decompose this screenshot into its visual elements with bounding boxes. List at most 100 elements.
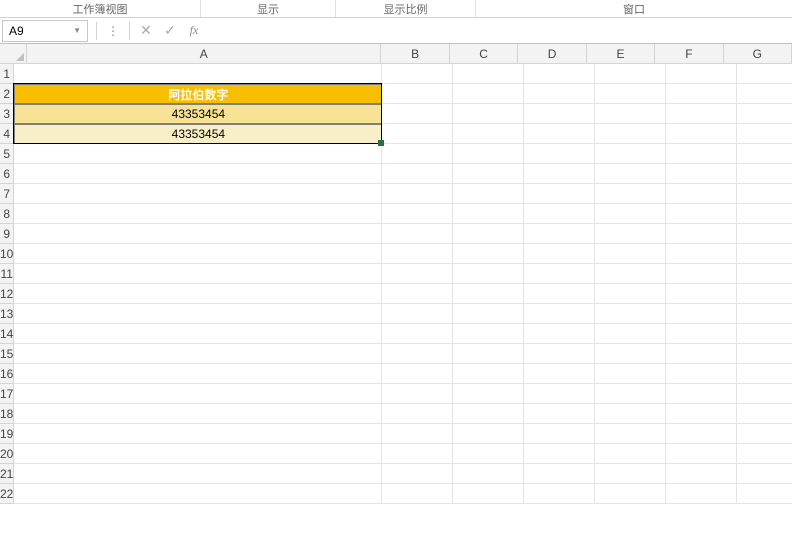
cell-F14[interactable] (666, 324, 737, 344)
cell-E19[interactable] (595, 424, 666, 444)
cell-C16[interactable] (453, 364, 524, 384)
fx-button[interactable]: fx (182, 21, 206, 41)
cancel-button[interactable]: ✕ (134, 21, 158, 41)
row-header-17[interactable]: 17 (0, 384, 14, 404)
cell-D13[interactable] (524, 304, 595, 324)
cell-B13[interactable] (382, 304, 453, 324)
cell-C1[interactable] (453, 64, 524, 84)
cell-F8[interactable] (666, 204, 737, 224)
cell-B1[interactable] (382, 64, 453, 84)
cell-E20[interactable] (595, 444, 666, 464)
cell-B2[interactable] (382, 84, 453, 104)
cell-G16[interactable] (737, 364, 792, 384)
cell-F19[interactable] (666, 424, 737, 444)
cell-F20[interactable] (666, 444, 737, 464)
cell-G7[interactable] (737, 184, 792, 204)
row-header-3[interactable]: 3 (0, 104, 14, 124)
row-header-13[interactable]: 13 (0, 304, 14, 324)
cell-C18[interactable] (453, 404, 524, 424)
cell-D5[interactable] (524, 144, 595, 164)
cell-B4[interactable] (382, 124, 453, 144)
cell-D18[interactable] (524, 404, 595, 424)
cell-F11[interactable] (666, 264, 737, 284)
row-header-8[interactable]: 8 (0, 204, 14, 224)
cell-C5[interactable] (453, 144, 524, 164)
cell-A3[interactable]: 43353454 (14, 104, 382, 124)
cell-E12[interactable] (595, 284, 666, 304)
cell-A5[interactable] (14, 144, 382, 164)
cell-E14[interactable] (595, 324, 666, 344)
cell-B19[interactable] (382, 424, 453, 444)
cell-C10[interactable] (453, 244, 524, 264)
cell-A22[interactable] (14, 484, 382, 504)
cell-D8[interactable] (524, 204, 595, 224)
cell-E13[interactable] (595, 304, 666, 324)
row-header-4[interactable]: 4 (0, 124, 14, 144)
cell-F18[interactable] (666, 404, 737, 424)
cell-C6[interactable] (453, 164, 524, 184)
cell-F13[interactable] (666, 304, 737, 324)
cell-F5[interactable] (666, 144, 737, 164)
cell-D22[interactable] (524, 484, 595, 504)
cell-E11[interactable] (595, 264, 666, 284)
cell-B20[interactable] (382, 444, 453, 464)
row-header-12[interactable]: 12 (0, 284, 14, 304)
cell-A21[interactable] (14, 464, 382, 484)
cell-F10[interactable] (666, 244, 737, 264)
cell-F9[interactable] (666, 224, 737, 244)
cell-F1[interactable] (666, 64, 737, 84)
cell-E7[interactable] (595, 184, 666, 204)
cells-area[interactable]: 阿拉伯数字 43353454 43353454 (14, 64, 792, 504)
cell-G13[interactable] (737, 304, 792, 324)
row-header-21[interactable]: 21 (0, 464, 14, 484)
row-header-10[interactable]: 10 (0, 244, 14, 264)
cell-C12[interactable] (453, 284, 524, 304)
cell-D17[interactable] (524, 384, 595, 404)
cell-A18[interactable] (14, 404, 382, 424)
cell-F15[interactable] (666, 344, 737, 364)
cell-D21[interactable] (524, 464, 595, 484)
row-header-18[interactable]: 18 (0, 404, 14, 424)
cell-C3[interactable] (453, 104, 524, 124)
cell-G5[interactable] (737, 144, 792, 164)
cell-A1[interactable] (14, 64, 382, 84)
cell-B22[interactable] (382, 484, 453, 504)
cell-B6[interactable] (382, 164, 453, 184)
cell-A6[interactable] (14, 164, 382, 184)
col-header-B[interactable]: B (381, 44, 449, 64)
cell-F6[interactable] (666, 164, 737, 184)
cell-E18[interactable] (595, 404, 666, 424)
cell-F17[interactable] (666, 384, 737, 404)
select-all-corner[interactable] (0, 44, 27, 64)
cell-A19[interactable] (14, 424, 382, 444)
col-header-D[interactable]: D (518, 44, 586, 64)
cell-A12[interactable] (14, 284, 382, 304)
row-header-14[interactable]: 14 (0, 324, 14, 344)
row-header-16[interactable]: 16 (0, 364, 14, 384)
cell-A14[interactable] (14, 324, 382, 344)
cell-A16[interactable] (14, 364, 382, 384)
cell-A11[interactable] (14, 264, 382, 284)
cell-C21[interactable] (453, 464, 524, 484)
cell-D7[interactable] (524, 184, 595, 204)
cell-C8[interactable] (453, 204, 524, 224)
cell-E9[interactable] (595, 224, 666, 244)
cell-F2[interactable] (666, 84, 737, 104)
cell-C17[interactable] (453, 384, 524, 404)
cell-G19[interactable] (737, 424, 792, 444)
cell-B15[interactable] (382, 344, 453, 364)
cell-C15[interactable] (453, 344, 524, 364)
cell-B14[interactable] (382, 324, 453, 344)
cell-G14[interactable] (737, 324, 792, 344)
cell-A20[interactable] (14, 444, 382, 464)
cell-C19[interactable] (453, 424, 524, 444)
cell-D1[interactable] (524, 64, 595, 84)
cell-G6[interactable] (737, 164, 792, 184)
cell-C9[interactable] (453, 224, 524, 244)
cell-B18[interactable] (382, 404, 453, 424)
cell-B16[interactable] (382, 364, 453, 384)
cell-A10[interactable] (14, 244, 382, 264)
cell-G21[interactable] (737, 464, 792, 484)
cell-E2[interactable] (595, 84, 666, 104)
cell-G8[interactable] (737, 204, 792, 224)
